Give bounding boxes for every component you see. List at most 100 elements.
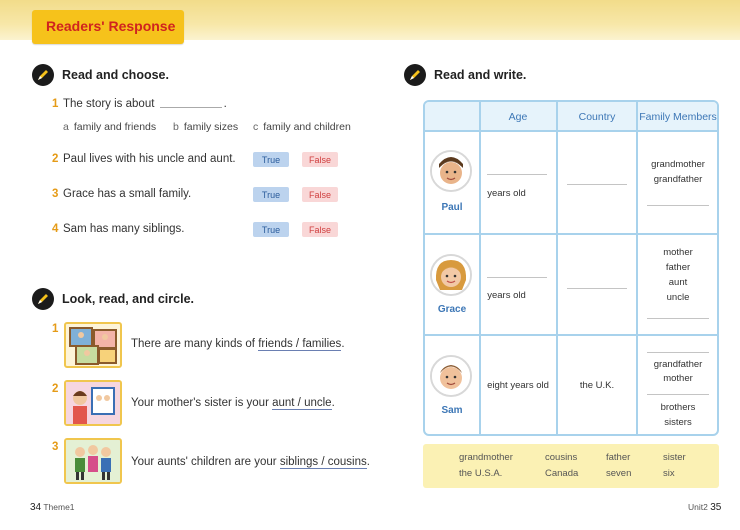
answer-blank[interactable] <box>159 107 222 108</box>
option-c[interactable]: c family and children <box>253 121 351 133</box>
pencil-icon <box>404 64 426 86</box>
sam-avatar <box>430 355 472 397</box>
row-divider <box>425 233 717 235</box>
paul-avatar <box>430 150 472 192</box>
family-member: mother <box>663 247 693 258</box>
family-member: brothers <box>660 402 696 413</box>
cousins-illustration <box>64 438 122 484</box>
question-4-text: Sam has many siblings. <box>63 223 185 235</box>
q1-text-before: The story is about <box>63 98 155 110</box>
option-a[interactable]: a family and friends <box>63 121 156 133</box>
sentence-end: . <box>331 397 335 409</box>
option-b[interactable]: b family sizes <box>173 121 238 133</box>
theme-label: Theme1 <box>43 502 75 512</box>
write-line[interactable] <box>567 288 627 289</box>
q1-text-after: . <box>223 98 227 110</box>
unit-label: Unit2 <box>688 502 708 512</box>
false-button[interactable]: False <box>302 187 338 202</box>
row-divider <box>425 334 717 336</box>
bank-word: Canada <box>545 468 579 479</box>
row-name-sam: Sam <box>441 405 463 416</box>
write-line[interactable] <box>487 174 547 175</box>
item-number: 1 <box>52 323 59 335</box>
sentence-1: There are many kinds of friends / famili… <box>131 338 345 351</box>
write-line[interactable] <box>647 318 709 319</box>
item-number: 2 <box>52 383 59 395</box>
option-text: family sizes <box>183 121 239 133</box>
family-photos-illustration <box>64 322 122 368</box>
section-tab: Readers' Response <box>32 10 184 44</box>
grace-avatar <box>430 254 472 296</box>
family-member: sisters <box>664 417 692 428</box>
mother-sister-illustration <box>64 380 122 426</box>
left-page-folio: 34 Theme1 <box>30 502 75 513</box>
write-line[interactable] <box>647 394 709 395</box>
question-1-text: The story is about . <box>63 98 227 110</box>
write-line[interactable] <box>647 352 709 353</box>
header-age: Age <box>508 111 528 123</box>
true-button[interactable]: True <box>253 187 289 202</box>
look-read-circle-heading: Look, read, and circle. <box>32 288 194 310</box>
read-and-write-heading: Read and write. <box>404 64 526 86</box>
row-name-paul: Paul <box>441 202 463 213</box>
header-family-members: Family Members <box>639 111 717 123</box>
bank-word: grandmother <box>459 452 513 463</box>
bank-word: six <box>663 468 675 479</box>
section-title: Read and choose. <box>62 68 169 82</box>
circle-choice[interactable]: siblings / cousins <box>279 456 367 469</box>
write-line[interactable] <box>487 277 547 278</box>
option-letter: c <box>253 121 259 133</box>
bank-word: the U.S.A. <box>459 468 503 479</box>
bank-word: sister <box>663 452 686 463</box>
family-member: mother <box>663 373 693 384</box>
page-number: 35 <box>710 502 722 513</box>
age-cell: eight years old <box>487 380 549 391</box>
right-page-folio: Unit2 35 <box>688 502 721 513</box>
page-number: 34 <box>30 502 42 513</box>
item-number: 3 <box>52 441 59 453</box>
section-title: Read and write. <box>434 68 527 82</box>
false-button[interactable]: False <box>302 152 338 167</box>
false-button[interactable]: False <box>302 222 338 237</box>
option-text: family and friends <box>73 121 157 133</box>
sentence-text: There are many kinds of <box>131 338 256 350</box>
tab-label: Readers' Response <box>46 18 176 34</box>
circle-choice[interactable]: friends / families <box>258 338 342 351</box>
sentence-2: Your mother's sister is your aunt / uncl… <box>131 397 335 410</box>
age-cell: years old <box>487 290 526 301</box>
question-number: 4 <box>52 223 59 235</box>
question-number: 1 <box>52 98 59 110</box>
sentence-text: Your aunts' children are your <box>131 456 277 468</box>
family-member: uncle <box>666 292 690 303</box>
true-button[interactable]: True <box>253 222 289 237</box>
bank-word: seven <box>606 468 632 479</box>
sentence-end: . <box>341 338 345 350</box>
section-title: Look, read, and circle. <box>62 292 194 306</box>
true-button[interactable]: True <box>253 152 289 167</box>
row-name-grace: Grace <box>437 304 467 315</box>
family-member: grandfather <box>653 359 703 370</box>
family-member: aunt <box>668 277 688 288</box>
write-line[interactable] <box>647 205 709 206</box>
header-country: Country <box>578 111 616 123</box>
word-bank: grandmother cousins father sister the U.… <box>423 444 719 488</box>
question-3-text: Grace has a small family. <box>63 188 192 200</box>
textbook-spread: Readers' Response Read and choose. 1 The… <box>0 0 740 530</box>
sentence-3: Your aunts' children are your siblings /… <box>131 456 370 469</box>
family-member: grandfather <box>653 174 703 185</box>
family-table: Age Country Family Members Paul years ol… <box>423 100 719 436</box>
write-line[interactable] <box>567 184 627 185</box>
option-letter: a <box>63 121 69 133</box>
family-member: grandmother <box>651 159 705 170</box>
question-number: 2 <box>52 153 59 165</box>
question-2-text: Paul lives with his uncle and aunt. <box>63 153 236 165</box>
sentence-text: Your mother's sister is your <box>131 397 269 409</box>
pencil-icon <box>32 288 54 310</box>
circle-choice[interactable]: aunt / uncle <box>272 397 332 410</box>
option-letter: b <box>173 121 179 133</box>
table-header: Age Country Family Members <box>425 102 717 132</box>
read-and-choose-heading: Read and choose. <box>32 64 169 86</box>
bank-word: father <box>606 452 631 463</box>
question-number: 3 <box>52 188 59 200</box>
bank-word: cousins <box>545 452 578 463</box>
